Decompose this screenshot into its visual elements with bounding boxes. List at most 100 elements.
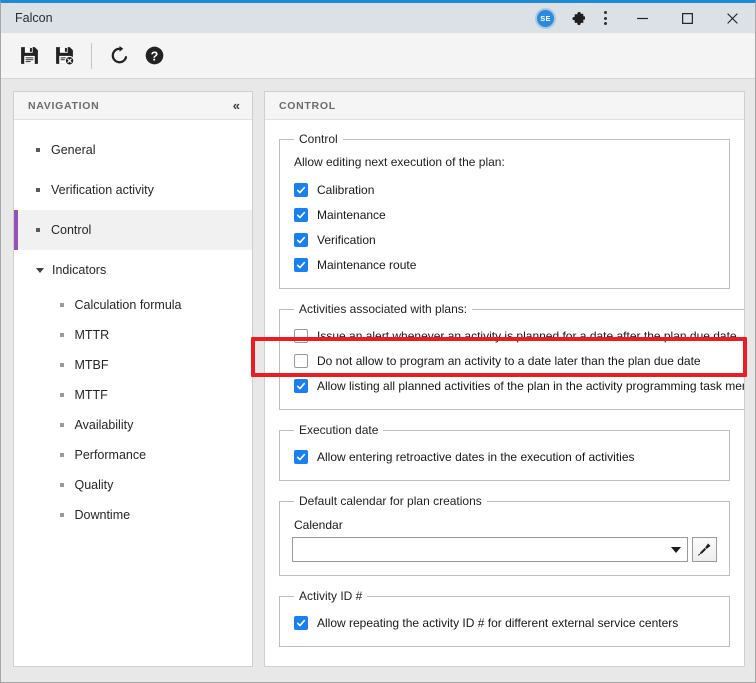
- sidebar-group-label: Indicators: [52, 263, 107, 277]
- refresh-icon[interactable]: [103, 39, 135, 73]
- sidebar-subitem-label: MTBF: [74, 358, 109, 372]
- application-window: Falcon SE ? NAVIGATION « General Verific…: [0, 0, 756, 683]
- sidebar-title: NAVIGATION: [28, 99, 100, 112]
- checkbox-label: Allow repeating the activity ID # for di…: [317, 616, 679, 630]
- main-panel-body: Control Allow editing next execution of …: [265, 120, 744, 666]
- svg-text:?: ?: [150, 49, 158, 63]
- sidebar-item-quality[interactable]: Quality: [14, 470, 252, 500]
- bullet-icon: [60, 393, 64, 397]
- title-bar-actions: SE: [537, 3, 755, 33]
- save-button[interactable]: [13, 39, 45, 73]
- workspace: NAVIGATION « General Verification activi…: [1, 79, 755, 682]
- checkbox-row-issue-alert[interactable]: Issue an alert whenever an activity is p…: [292, 324, 744, 348]
- question-circle-icon[interactable]: ?: [138, 39, 170, 73]
- calendar-select[interactable]: [292, 537, 688, 562]
- fieldset-activity-id: Activity ID # Allow repeating the activi…: [279, 589, 730, 647]
- sidebar-subitem-label: MTTR: [74, 328, 110, 342]
- save-and-close-button[interactable]: [48, 39, 80, 73]
- navigation-sidebar: NAVIGATION « General Verification activi…: [13, 91, 253, 667]
- checkbox-row-allow-listing-planned-activities[interactable]: Allow listing all planned activities of …: [292, 374, 744, 398]
- checkbox-label: Calibration: [317, 183, 375, 197]
- chevron-down-icon: [36, 267, 44, 273]
- fieldset-legend: Control: [299, 132, 338, 146]
- checkbox-calibration[interactable]: [294, 183, 308, 197]
- kebab-menu-icon[interactable]: [590, 3, 620, 33]
- fieldset-legend: Activities associated with plans:: [299, 302, 468, 316]
- checkbox-row-verification[interactable]: Verification: [292, 228, 717, 252]
- toolbar-divider: [91, 42, 92, 69]
- sidebar-item-availability[interactable]: Availability: [14, 410, 252, 440]
- sidebar-item-calculation-formula[interactable]: Calculation formula: [14, 290, 252, 320]
- checkbox-label: Allow listing all planned activities of …: [317, 379, 744, 393]
- checkbox-maintenance-route[interactable]: [294, 258, 308, 272]
- avatar[interactable]: SE: [537, 9, 554, 27]
- checkbox-maintenance[interactable]: [294, 208, 308, 222]
- minimize-button[interactable]: [620, 3, 665, 33]
- checkbox-row-calibration[interactable]: Calibration: [292, 178, 717, 202]
- bullet-icon: [60, 303, 64, 307]
- puzzle-piece-icon[interactable]: [564, 3, 590, 33]
- window-title: Falcon: [15, 11, 53, 25]
- fieldset-control: Control Allow editing next execution of …: [279, 132, 730, 289]
- main-panel-header: CONTROL: [265, 92, 744, 120]
- bullet-icon: [36, 148, 40, 152]
- bullet-icon: [36, 188, 40, 192]
- sidebar-subitem-label: Quality: [74, 478, 114, 492]
- bullet-icon: [60, 333, 64, 337]
- sidebar-subitem-label: Availability: [74, 418, 134, 432]
- sidebar-item-control[interactable]: Control: [14, 210, 252, 250]
- navigation-list: General Verification activity Control In…: [14, 120, 252, 530]
- main-panel: CONTROL Control Allow editing next execu…: [264, 91, 745, 667]
- sidebar-item-general[interactable]: General: [14, 130, 252, 170]
- checkbox-row-retroactive-dates[interactable]: Allow entering retroactive dates in the …: [292, 445, 717, 469]
- sidebar-group-indicators[interactable]: Indicators: [14, 250, 252, 290]
- checkbox-label: Maintenance route: [317, 258, 417, 272]
- toolbar: ?: [1, 33, 755, 79]
- checkbox-verification[interactable]: [294, 233, 308, 247]
- sidebar-item-verification-activity[interactable]: Verification activity: [14, 170, 252, 210]
- sidebar-item-mttf[interactable]: MTTF: [14, 380, 252, 410]
- sidebar-item-mtbf[interactable]: MTBF: [14, 350, 252, 380]
- sidebar-item-performance[interactable]: Performance: [14, 440, 252, 470]
- sidebar-subitem-label: Calculation formula: [74, 298, 182, 312]
- checkbox-label: Verification: [317, 233, 376, 247]
- close-button[interactable]: [710, 3, 755, 33]
- sidebar-subitem-label: MTTF: [74, 388, 108, 402]
- bullet-icon: [60, 453, 64, 457]
- chevron-down-icon[interactable]: [671, 546, 681, 553]
- calendar-select-row: [292, 537, 717, 562]
- sidebar-header: NAVIGATION «: [14, 92, 252, 120]
- sidebar-item-downtime[interactable]: Downtime: [14, 500, 252, 530]
- checkbox-row-maintenance-route[interactable]: Maintenance route: [292, 253, 717, 277]
- double-chevron-left-icon[interactable]: «: [233, 99, 240, 112]
- bullet-icon: [60, 513, 64, 517]
- checkbox-allow-listing-planned-activities[interactable]: [294, 379, 308, 393]
- checkbox-label: Do not allow to program an activity to a…: [317, 354, 701, 368]
- title-bar: Falcon SE: [1, 3, 755, 33]
- checkbox-do-not-allow-program[interactable]: [294, 354, 308, 368]
- checkbox-row-do-not-allow-program[interactable]: Do not allow to program an activity to a…: [292, 349, 744, 373]
- fieldset-default-calendar: Default calendar for plan creations Cale…: [279, 494, 730, 576]
- checkbox-label: Allow entering retroactive dates in the …: [317, 450, 635, 464]
- maximize-button[interactable]: [665, 3, 710, 33]
- control-hint-text: Allow editing next execution of the plan…: [294, 155, 505, 169]
- bullet-icon: [36, 228, 40, 232]
- checkbox-label: Maintenance: [317, 208, 386, 222]
- clear-calendar-button[interactable]: [692, 537, 717, 562]
- checkbox-retroactive-dates[interactable]: [294, 450, 308, 464]
- sidebar-item-label: Control: [51, 223, 92, 237]
- fieldset-activities-associated-with-plans: Activities associated with plans: Issue …: [279, 302, 744, 410]
- bullet-icon: [60, 483, 64, 487]
- page-title: CONTROL: [279, 99, 336, 112]
- checkbox-row-maintenance[interactable]: Maintenance: [292, 203, 717, 227]
- checkbox-repeat-activity-id[interactable]: [294, 616, 308, 630]
- fieldset-legend: Default calendar for plan creations: [299, 494, 482, 508]
- checkbox-label: Issue an alert whenever an activity is p…: [317, 329, 737, 343]
- checkbox-issue-alert[interactable]: [294, 329, 308, 343]
- fieldset-legend: Activity ID #: [299, 589, 363, 603]
- checkbox-row-repeat-activity-id[interactable]: Allow repeating the activity ID # for di…: [292, 611, 717, 635]
- sidebar-subitem-label: Downtime: [74, 508, 131, 522]
- sidebar-item-label: General: [51, 143, 96, 157]
- sidebar-item-mttr[interactable]: MTTR: [14, 320, 252, 350]
- fieldset-execution-date: Execution date Allow entering retroactiv…: [279, 423, 730, 481]
